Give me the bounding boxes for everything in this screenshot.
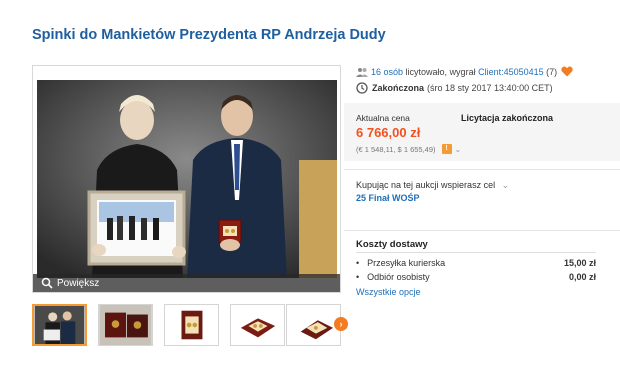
thumbnail-image [34,306,85,344]
charity-cause-link[interactable]: 25 Finał WOŚP [356,193,420,203]
thumbnail-image [231,305,284,345]
product-photo-image [37,80,337,278]
winner-link[interactable]: Client:45050415 [478,67,544,77]
bidders-count-link[interactable]: 16 osób [371,67,403,77]
auction-ended-line: Zakończona (śro 18 sty 2017 13:40:00 CET… [356,82,553,94]
shipping-method-name: Przesyłka kurierska [356,258,445,268]
thumbnail-image [165,305,218,345]
thumbnail-image [99,305,152,345]
thumbnail-2[interactable] [98,304,153,346]
shipping-row: Odbiór osobisty 0,00 zł [356,272,596,282]
shipping-costs-title: Koszty dostawy [356,239,428,250]
thumbnail-4[interactable] [230,304,285,346]
zoom-button[interactable]: Powiększ [33,274,340,292]
chevron-down-icon[interactable]: ⌄ [455,145,462,154]
page-title: Spinki do Mankietów Prezydenta RP Andrze… [32,27,386,43]
thumbnail-3[interactable] [164,304,219,346]
shipping-method-price: 0,00 zł [568,272,596,282]
bidders-line: 16 osób licytowało, wygrał Client:450504… [356,66,573,77]
heart-icon[interactable] [561,66,573,77]
main-product-photo[interactable] [37,80,337,278]
auction-ended-date: (śro 18 sty 2017 13:40:00 CET) [427,83,553,93]
shipping-method-price: 15,00 zł [563,258,596,268]
shipping-method-name: Odbiór osobisty [356,272,430,282]
shipping-divider [356,252,596,253]
thumbnail-strip: › [32,304,352,348]
people-icon [356,67,368,77]
currency-conversion: (€ 1 548,11, $ 1 655,49) ! ⌄ [356,144,461,154]
winner-rating: (7) [546,66,558,77]
auction-info-panel: 16 osób licytowało, wygrał Client:450504… [344,60,620,370]
price-box: Aktualna cena Licytacja zakończona 6 766… [344,103,620,161]
zoom-label: Powiększ [57,277,100,289]
current-price-label: Aktualna cena [356,113,410,123]
clock-icon [356,82,368,94]
current-price: 6 766,00 zł [356,125,421,140]
divider [344,230,620,231]
magnifier-icon [41,277,53,289]
thumbnail-1[interactable] [32,304,87,346]
conversion-text: (€ 1 548,11, $ 1 655,49) [356,144,436,154]
chevron-down-icon[interactable]: ⌄ [502,180,510,190]
shipping-row: Przesyłka kurierska 15,00 zł [356,258,596,268]
bidders-text: licytowało, wygrał [405,66,476,77]
auction-status: Licytacja zakończona [461,113,554,123]
divider [344,169,620,170]
auction-ended-status: Zakończona [372,83,425,93]
warning-icon[interactable]: ! [441,144,452,154]
product-gallery[interactable]: Powiększ [32,65,341,293]
charity-support-label: Kupując na tej aukcji wspierasz cel [356,180,496,190]
charity-support-text[interactable]: Kupując na tej aukcji wspierasz cel ⌄ [356,180,509,191]
all-shipping-options-link[interactable]: Wszystkie opcje [356,287,421,297]
thumbnail-image [287,305,340,345]
thumbnail-5[interactable] [286,304,341,346]
